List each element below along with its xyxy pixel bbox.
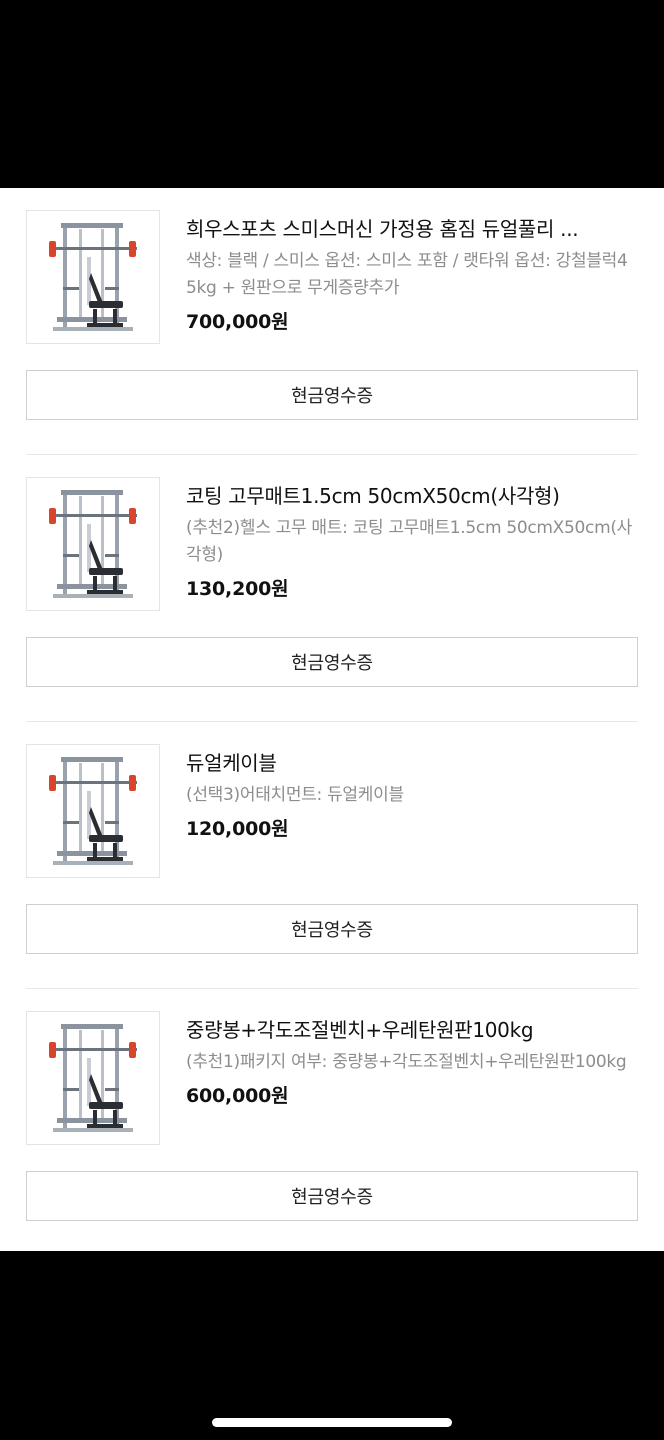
order-item-info: 희우스포츠 스미스머신 가정용 홈짐 듀얼풀리 ... 색상: 블랙 / 스미스… [186,210,638,336]
product-option: (선택3)어태치먼트: 듀얼케이블 [186,785,404,805]
product-title[interactable]: 코팅 고무매트1.5cm 50cmX50cm(사각형) [186,481,638,511]
cash-receipt-button[interactable]: 현금영수증 [26,370,638,420]
order-item-info: 중량봉+각도조절벤치+우레탄원판100kg (추천1)패키지 여부: 중량봉+각… [186,1011,638,1110]
cash-receipt-button[interactable]: 현금영수증 [26,904,638,954]
product-thumbnail[interactable] [26,210,160,344]
product-thumbnail[interactable] [26,744,160,878]
cash-receipt-button[interactable]: 현금영수증 [26,637,638,687]
product-thumbnail[interactable] [26,477,160,611]
order-item: 중량봉+각도조절벤치+우레탄원판100kg (추천1)패키지 여부: 중량봉+각… [0,989,664,1256]
order-item-info: 코팅 고무매트1.5cm 50cmX50cm(사각형) (추천2)헬스 고무 매… [186,477,638,603]
product-price: 130,200원 [186,578,289,600]
home-indicator[interactable] [212,1418,452,1427]
smith-machine-icon [49,1024,137,1132]
order-item: 코팅 고무매트1.5cm 50cmX50cm(사각형) (추천2)헬스 고무 매… [0,455,664,722]
smith-machine-icon [49,757,137,865]
product-option: (추천1)패키지 여부: 중량봉+각도조절벤치+우레탄원판100kg [186,1052,627,1072]
cash-receipt-button[interactable]: 현금영수증 [26,1171,638,1221]
smith-machine-icon [49,223,137,331]
top-black-bar [0,0,664,188]
order-item-info: 듀얼케이블 (선택3)어태치먼트: 듀얼케이블 120,000원 [186,744,638,843]
order-item-list: 희우스포츠 스미스머신 가정용 홈짐 듀얼풀리 ... 색상: 블랙 / 스미스… [0,188,664,1251]
smith-machine-icon [49,490,137,598]
product-title[interactable]: 중량봉+각도조절벤치+우레탄원판100kg [186,1015,638,1045]
product-thumbnail[interactable] [26,1011,160,1145]
product-price: 600,000원 [186,1085,289,1107]
product-option: 색상: 블랙 / 스미스 옵션: 스미스 포함 / 랫타워 옵션: 강철블럭45… [186,251,628,298]
product-price: 700,000원 [186,311,289,333]
product-option: (추천2)헬스 고무 매트: 코팅 고무매트1.5cm 50cmX50cm(사각… [186,518,633,565]
product-title[interactable]: 듀얼케이블 [186,748,638,778]
order-item: 희우스포츠 스미스머신 가정용 홈짐 듀얼풀리 ... 색상: 블랙 / 스미스… [0,188,664,455]
bottom-black-bar [0,1251,664,1440]
order-item: 듀얼케이블 (선택3)어태치먼트: 듀얼케이블 120,000원 현금영수증 [0,722,664,989]
product-price: 120,000원 [186,818,289,840]
product-title[interactable]: 희우스포츠 스미스머신 가정용 홈짐 듀얼풀리 ... [186,214,638,244]
